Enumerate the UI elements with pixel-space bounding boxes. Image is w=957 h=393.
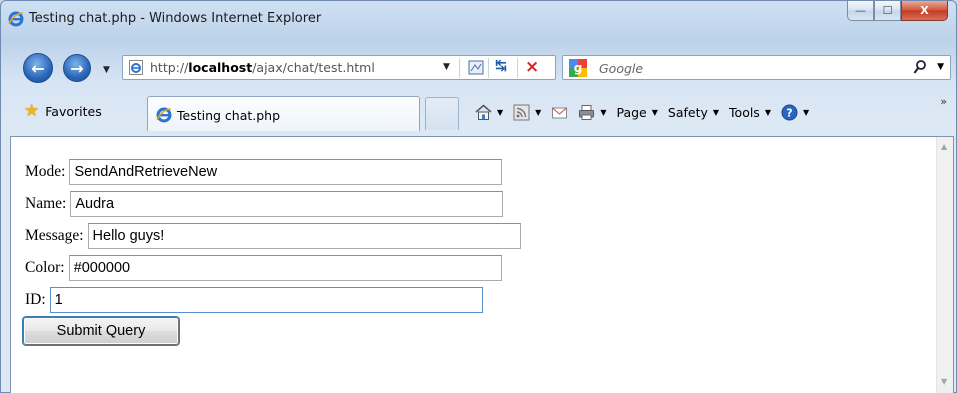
minimize-button[interactable]: — [847, 1, 874, 21]
ie-page-icon [129, 60, 143, 75]
stop-icon[interactable]: × [525, 57, 539, 77]
google-icon: g [569, 59, 587, 77]
safety-menu-label: Safety [667, 104, 708, 120]
separator [517, 58, 518, 78]
favorites-button[interactable]: ★ Favorites [24, 101, 102, 121]
page-viewport: Mode: Name: Message: Color: ID: Submit Q… [10, 136, 954, 393]
refresh-icon[interactable]: ↹ [495, 58, 507, 74]
color-label: Color: [25, 259, 65, 276]
home-icon [475, 104, 492, 120]
forward-icon: → [70, 58, 84, 78]
color-input[interactable] [68, 255, 502, 281]
window-title: Testing chat.php - Windows Internet Expl… [29, 11, 322, 26]
chevron-down-icon[interactable]: ▼ [600, 108, 606, 117]
page-menu-label: Page [616, 104, 647, 120]
vertical-scrollbar[interactable]: ▲ ▼ [936, 137, 953, 393]
compat-view-icon[interactable] [468, 60, 484, 75]
tab-testing-chat[interactable]: Testing chat.php [147, 96, 420, 131]
star-icon: ★ [24, 101, 40, 121]
back-button[interactable]: ← [23, 53, 53, 83]
mail-icon [552, 107, 568, 118]
mode-label: Mode: [25, 163, 66, 180]
page-menu[interactable]: Page ▼ [616, 105, 657, 120]
command-bar: ★ Favorites Testing chat.php ▼ ▼ ▼ Page … [1, 93, 956, 131]
address-url[interactable]: http://localhost/ajax/chat/test.html [150, 60, 375, 75]
svg-text:?: ? [786, 106, 792, 119]
id-input[interactable] [49, 287, 483, 313]
separator [488, 58, 489, 78]
search-bar[interactable]: g Google ▼ [562, 55, 951, 80]
ie-icon [156, 107, 172, 123]
safety-menu[interactable]: Safety ▼ [668, 105, 719, 120]
mail-button[interactable] [551, 104, 568, 121]
message-row: Message: [25, 223, 521, 249]
message-label: Message: [25, 227, 84, 244]
print-button[interactable]: ▼ [578, 104, 606, 121]
home-button[interactable]: ▼ [475, 104, 503, 121]
command-items: ▼ ▼ ▼ Page ▼ Safety ▼ Tools ▼ ? ▼ [475, 99, 819, 125]
tools-menu-label: Tools [729, 104, 760, 120]
feeds-button[interactable]: ▼ [513, 104, 541, 121]
forward-button[interactable]: → [63, 54, 91, 82]
message-input[interactable] [87, 223, 521, 249]
title-bar: Testing chat.php - Windows Internet Expl… [1, 1, 956, 37]
help-menu[interactable]: ? ▼ [781, 104, 809, 121]
window-controls: — ☐ X [847, 1, 948, 22]
chevron-down-icon[interactable]: ▼ [535, 108, 541, 117]
chevron-down-icon: ▼ [651, 107, 658, 117]
chevron-down-icon[interactable]: ▼ [497, 108, 503, 117]
close-button[interactable]: X [901, 1, 948, 21]
tools-menu[interactable]: Tools ▼ [729, 105, 771, 120]
chevron-down-icon: ▼ [764, 107, 771, 117]
scroll-up-icon[interactable]: ▲ [941, 142, 947, 151]
navigation-bar: ← → ▼ http://localhost/ajax/chat/test.ht… [1, 45, 956, 91]
more-commands-button[interactable]: » [940, 95, 947, 108]
name-label: Name: [25, 195, 67, 212]
help-icon: ? [781, 104, 798, 120]
name-row: Name: [25, 191, 504, 217]
name-input[interactable] [70, 191, 504, 217]
separator [459, 58, 460, 78]
back-icon: ← [31, 58, 45, 78]
print-icon [579, 104, 595, 120]
chevron-down-icon: ▼ [802, 107, 810, 117]
address-dropdown[interactable]: ▼ [443, 62, 450, 72]
color-row: Color: [25, 255, 502, 281]
mode-row: Mode: [25, 159, 503, 185]
maximize-button[interactable]: ☐ [874, 1, 901, 21]
id-row: ID: [25, 287, 483, 313]
search-placeholder[interactable]: Google [599, 61, 643, 76]
search-providers-dropdown[interactable]: ▼ [937, 62, 944, 72]
browser-window: Testing chat.php - Windows Internet Expl… [0, 0, 957, 393]
recent-pages-dropdown[interactable]: ▼ [103, 65, 110, 75]
new-tab-button[interactable] [425, 97, 459, 130]
mode-input[interactable] [69, 159, 503, 185]
address-bar[interactable]: http://localhost/ajax/chat/test.html ▼ ↹… [122, 55, 556, 80]
favorites-label: Favorites [45, 103, 102, 119]
rss-icon [513, 104, 530, 120]
tab-label: Testing chat.php [177, 108, 281, 123]
ie-icon [8, 11, 24, 27]
chevron-down-icon: ▼ [712, 107, 720, 117]
id-label: ID: [25, 291, 46, 308]
svg-text:g: g [574, 61, 583, 75]
submit-query-button[interactable]: Submit Query [23, 317, 179, 345]
search-icon[interactable] [913, 59, 927, 75]
scroll-down-icon[interactable]: ▼ [941, 377, 947, 386]
